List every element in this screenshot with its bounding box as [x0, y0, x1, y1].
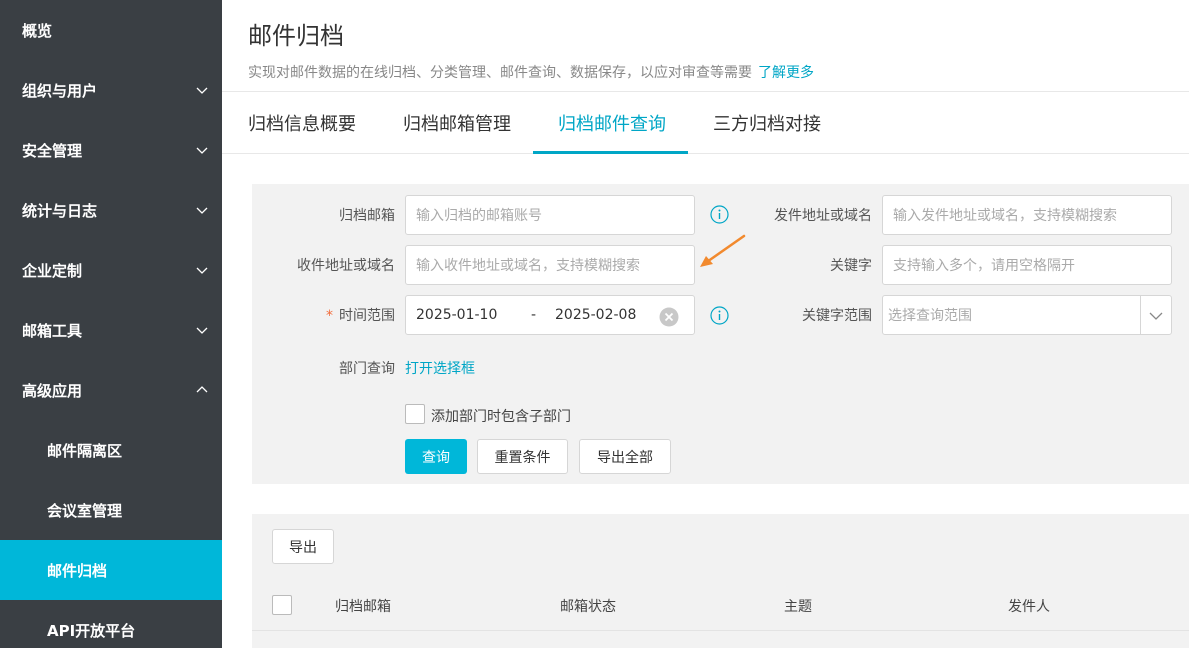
export-all-button[interactable]: 导出全部 — [579, 439, 671, 474]
page-description: 实现对邮件数据的在线归档、分类管理、邮件查询、数据保存，以应对审查等需要 了解更多 — [248, 62, 814, 82]
sidebar-item-customization[interactable]: 企业定制 — [0, 240, 222, 300]
end-date[interactable]: 2025-02-08 — [555, 307, 636, 323]
chevron-down-icon — [196, 267, 208, 274]
chevron-down-icon[interactable] — [1148, 308, 1164, 324]
info-icon[interactable] — [710, 205, 729, 224]
clear-icon[interactable] — [659, 307, 679, 327]
start-date[interactable]: 2025-01-10 — [416, 307, 497, 323]
select-divider — [1140, 296, 1141, 334]
page-title: 邮件归档 — [248, 22, 344, 50]
divider — [222, 91, 1189, 92]
sidebar-item-label: 概览 — [22, 21, 53, 40]
chevron-down-icon — [196, 207, 208, 214]
query-button[interactable]: 查询 — [405, 439, 467, 474]
sidebar-item-quarantine[interactable]: 邮件隔离区 — [0, 420, 222, 480]
sender-label: 发件地址或域名 — [774, 208, 872, 224]
keyword-input[interactable]: 支持输入多个，请用空格隔开 — [882, 245, 1172, 285]
divider — [252, 630, 1189, 631]
sidebar: 概览 组织与用户 安全管理 统计与日志 企业定制 邮箱工具 高级应用 邮件隔离区… — [0, 0, 222, 648]
info-icon[interactable] — [710, 306, 729, 325]
tab-archive-mail-query[interactable]: 归档邮件查询 — [558, 110, 666, 136]
archive-mailbox-input[interactable]: 输入归档的邮箱账号 — [405, 195, 695, 235]
column-header-archive-mailbox: 归档邮箱 — [335, 599, 391, 615]
reset-button[interactable]: 重置条件 — [477, 439, 568, 474]
chevron-down-icon — [196, 327, 208, 334]
sidebar-item-label: 高级应用 — [22, 381, 83, 400]
divider — [222, 153, 1189, 154]
keyword-scope-label: 关键字范围 — [802, 308, 872, 324]
chevron-down-icon — [196, 87, 208, 94]
learn-more-link[interactable]: 了解更多 — [758, 65, 814, 81]
chevron-down-icon — [196, 147, 208, 154]
export-button[interactable]: 导出 — [272, 529, 334, 564]
results-table — [252, 514, 1189, 648]
keyword-label: 关键字 — [830, 258, 872, 274]
annotation-arrow — [700, 234, 746, 267]
sidebar-item-label: 安全管理 — [22, 141, 83, 160]
include-subdepartments-label: 添加部门时包含子部门 — [431, 409, 571, 425]
sender-input[interactable]: 输入发件地址或域名，支持模糊搜索 — [882, 195, 1172, 235]
required-mark: * — [326, 308, 333, 324]
date-range-picker[interactable]: 2025-01-10 - 2025-02-08 — [405, 295, 695, 335]
sidebar-item-label: 邮件隔离区 — [47, 441, 123, 460]
select-all-checkbox[interactable] — [272, 595, 292, 615]
sidebar-item-overview[interactable]: 概览 — [0, 0, 222, 60]
tab-third-party-archive[interactable]: 三方归档对接 — [713, 110, 821, 136]
time-range-label-text: 时间范围 — [339, 308, 395, 324]
include-subdepartments-checkbox[interactable] — [405, 404, 425, 424]
recipient-input[interactable]: 输入收件地址或域名，支持模糊搜索 — [405, 245, 695, 285]
column-header-sender: 发件人 — [1008, 599, 1050, 615]
sidebar-item-meeting-rooms[interactable]: 会议室管理 — [0, 480, 222, 540]
sidebar-item-security[interactable]: 安全管理 — [0, 120, 222, 180]
sidebar-item-label: 企业定制 — [22, 261, 83, 280]
sidebar-item-label: 邮件归档 — [47, 561, 108, 580]
sidebar-item-label: 邮箱工具 — [22, 321, 83, 340]
sidebar-item-label: 统计与日志 — [22, 201, 98, 220]
time-range-label: * 时间范围 — [300, 305, 395, 325]
sidebar-item-api-platform[interactable]: API开放平台 — [0, 600, 222, 648]
recipient-label: 收件地址或域名 — [297, 258, 395, 274]
tab-archive-overview[interactable]: 归档信息概要 — [248, 110, 356, 136]
sidebar-item-mail-tools[interactable]: 邮箱工具 — [0, 300, 222, 360]
keyword-scope-placeholder: 选择查询范围 — [888, 308, 972, 324]
department-label: 部门查询 — [339, 361, 395, 377]
tab-archive-mailbox-management[interactable]: 归档邮箱管理 — [403, 110, 511, 136]
sidebar-item-label: 组织与用户 — [22, 81, 98, 100]
sidebar-item-org-users[interactable]: 组织与用户 — [0, 60, 222, 120]
column-header-subject: 主题 — [784, 599, 812, 615]
sidebar-item-advanced[interactable]: 高级应用 — [0, 360, 222, 420]
chevron-up-icon — [196, 386, 208, 393]
description-text: 实现对邮件数据的在线归档、分类管理、邮件查询、数据保存，以应对审查等需要 — [248, 65, 752, 81]
keyword-scope-select[interactable]: 选择查询范围 — [882, 295, 1172, 335]
archive-mailbox-label: 归档邮箱 — [339, 208, 395, 224]
sidebar-item-stats-logs[interactable]: 统计与日志 — [0, 180, 222, 240]
sidebar-item-label: API开放平台 — [47, 621, 136, 640]
date-separator: - — [531, 307, 537, 323]
active-tab-indicator — [533, 151, 688, 154]
column-header-mailbox-status: 邮箱状态 — [560, 599, 616, 615]
open-selector-link[interactable]: 打开选择框 — [405, 358, 475, 378]
sidebar-item-mail-archive[interactable]: 邮件归档 — [0, 540, 222, 600]
sidebar-item-label: 会议室管理 — [47, 501, 123, 520]
